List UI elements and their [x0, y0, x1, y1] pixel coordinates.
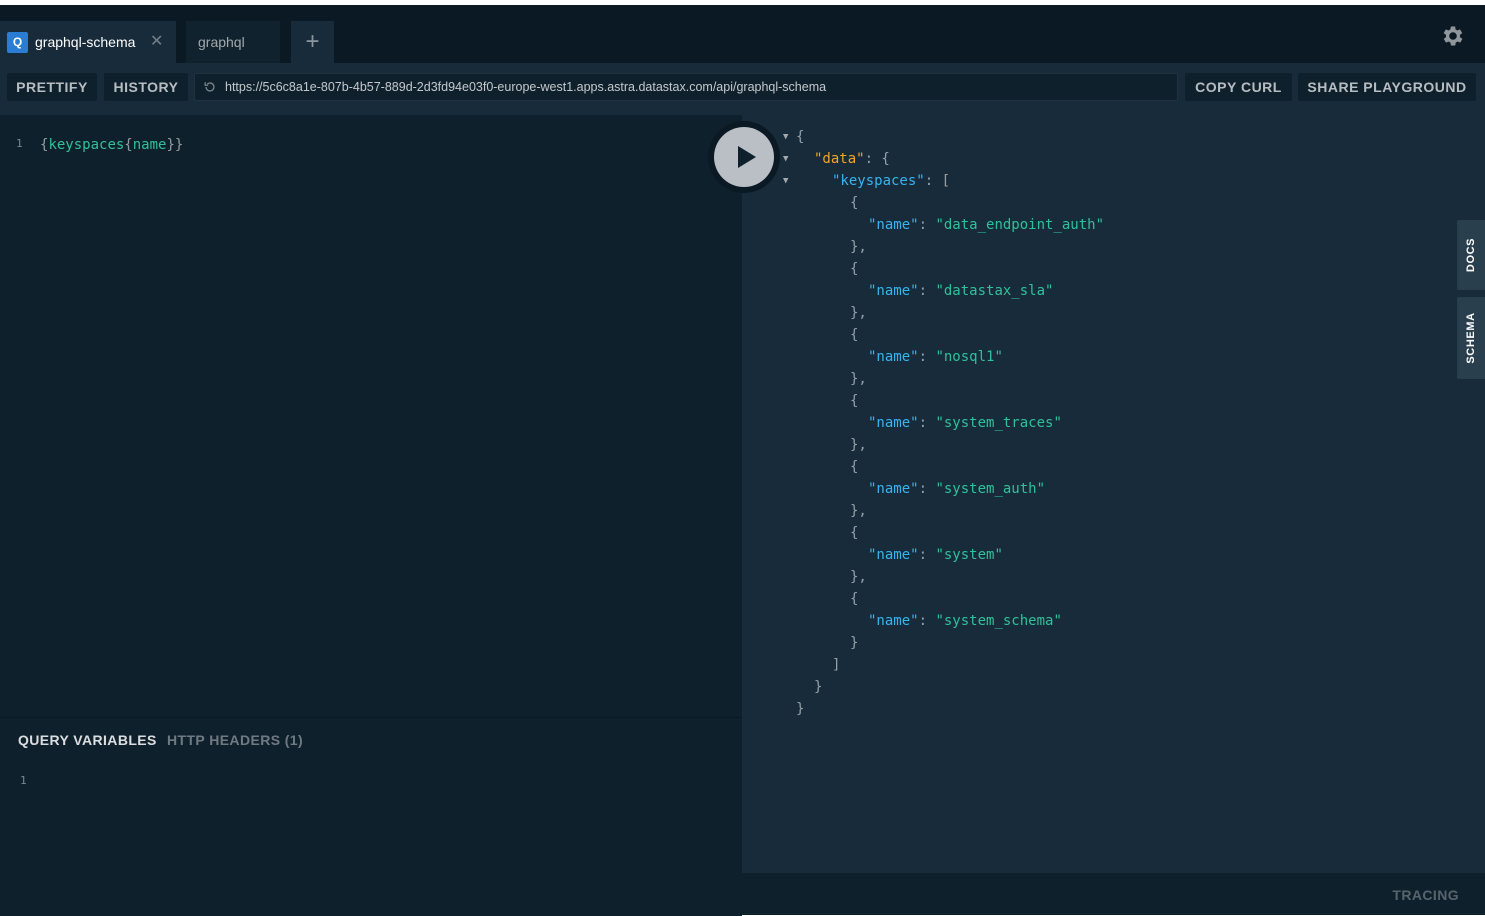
tab-graphql-schema[interactable]: Q graphql-schema ✕ [0, 21, 176, 63]
json-key-name: "name" [868, 481, 919, 497]
json-key-name: "name" [868, 547, 919, 563]
json-line: } [796, 701, 805, 717]
docs-tab[interactable]: DOCS [1457, 220, 1485, 290]
tracing-button[interactable]: TRACING [1392, 887, 1459, 903]
schema-tab-label: SCHEMA [1465, 312, 1477, 364]
query-badge: Q [7, 32, 28, 53]
copy-curl-button[interactable]: COPY CURL [1185, 73, 1292, 101]
json-entry: "name": "system_traces" [868, 415, 1062, 431]
prettify-button[interactable]: PRETTIFY [7, 73, 97, 101]
json-line: { [850, 327, 859, 343]
json-key-name: "name" [868, 283, 919, 299]
tab-http-headers[interactable]: HTTP HEADERS (1) [167, 732, 303, 748]
tab-bar: Q graphql-schema ✕ graphql + [0, 5, 1485, 63]
json-line: { [850, 459, 859, 475]
line-number: 1 [16, 137, 23, 150]
brace: { [124, 137, 133, 153]
json-entry: "name": "data_endpoint_auth" [868, 217, 1105, 233]
tab-label: graphql [198, 34, 245, 50]
json-line: }, [850, 437, 867, 453]
json-key-name: "name" [868, 349, 919, 365]
json-entry: "name": "nosql1" [868, 349, 1003, 365]
json-key-keyspaces: "keyspaces" [832, 173, 925, 189]
result-pane: ▼ ▼ ▼ { "data": { "keyspaces": [ { "name"… [742, 115, 1485, 873]
keyspace-name-value: "data_endpoint_auth" [935, 217, 1105, 233]
history-button[interactable]: HISTORY [104, 73, 188, 101]
docs-tab-label: DOCS [1465, 237, 1477, 273]
keyspace-name-value: "system_auth" [935, 481, 1046, 497]
tab-label: graphql-schema [35, 34, 136, 50]
query-field-name: name [132, 137, 167, 153]
json-line: "keyspaces": [ [832, 173, 951, 189]
json-key-name: "name" [868, 613, 919, 629]
execute-query-button[interactable] [708, 121, 780, 193]
endpoint-url-input[interactable]: https://5c6c8a1e-807b-4b57-889d-2d3fd94e… [194, 73, 1178, 101]
json-line: } [850, 635, 859, 651]
reload-icon[interactable] [203, 80, 217, 94]
json-line: } [814, 679, 823, 695]
json-line: { [850, 525, 859, 541]
fold-arrow-icon[interactable]: ▼ [783, 176, 788, 186]
json-key-name: "name" [868, 217, 919, 233]
json-entry: "name": "system_schema" [868, 613, 1062, 629]
json-entry: "name": "system_auth" [868, 481, 1046, 497]
json-line: }, [850, 305, 867, 321]
play-icon [738, 146, 756, 168]
tab-graphql[interactable]: graphql [186, 21, 280, 63]
json-line: { [796, 129, 805, 145]
json-line: { [850, 195, 859, 211]
json-line: }, [850, 239, 867, 255]
result-footer: TRACING [742, 873, 1485, 915]
json-entry: "name": "datastax_sla" [868, 283, 1054, 299]
keyspace-name-value: "system_schema" [935, 613, 1062, 629]
json-key-name: "name" [868, 415, 919, 431]
keyspace-name-value: "datastax_sla" [935, 283, 1054, 299]
line-number: 1 [20, 774, 27, 787]
query-editor[interactable]: 1 {keyspaces{name}} [0, 115, 742, 717]
share-playground-button[interactable]: SHARE PLAYGROUND [1298, 73, 1476, 101]
toolbar: PRETTIFY HISTORY https://5c6c8a1e-807b-4… [0, 63, 1485, 115]
json-line: { [850, 591, 859, 607]
query-text[interactable]: {keyspaces{name}} [40, 137, 183, 153]
json-line: { [850, 393, 859, 409]
json-line: "data": { [814, 151, 890, 167]
fold-arrow-icon[interactable]: ▼ [783, 154, 788, 164]
json-entry: "name": "system" [868, 547, 1003, 563]
json-line: }, [850, 371, 867, 387]
json-line: ] [832, 657, 841, 673]
query-field-keyspaces: keyspaces [48, 137, 125, 153]
endpoint-url: https://5c6c8a1e-807b-4b57-889d-2d3fd94e… [225, 80, 827, 94]
gear-icon[interactable] [1440, 23, 1466, 49]
json-line: }, [850, 569, 867, 585]
schema-tab[interactable]: SCHEMA [1457, 297, 1485, 379]
json-line: { [850, 261, 859, 277]
fold-arrow-icon[interactable]: ▼ [783, 132, 788, 142]
keyspace-name-value: "nosql1" [935, 349, 1003, 365]
plus-icon[interactable]: + [291, 21, 334, 63]
keyspace-name-value: "system" [935, 547, 1003, 563]
close-icon[interactable]: ✕ [150, 21, 163, 63]
brace: }} [166, 137, 184, 153]
json-line: }, [850, 503, 867, 519]
play-button-face [714, 127, 774, 187]
json-key-data: "data" [814, 151, 865, 167]
tab-query-variables[interactable]: QUERY VARIABLES [18, 732, 157, 748]
graphql-playground: Q graphql-schema ✕ graphql + PRETTIFY HI… [0, 5, 1485, 916]
keyspace-name-value: "system_traces" [935, 415, 1062, 431]
variables-pane: QUERY VARIABLES HTTP HEADERS (1) 1 [0, 717, 742, 916]
